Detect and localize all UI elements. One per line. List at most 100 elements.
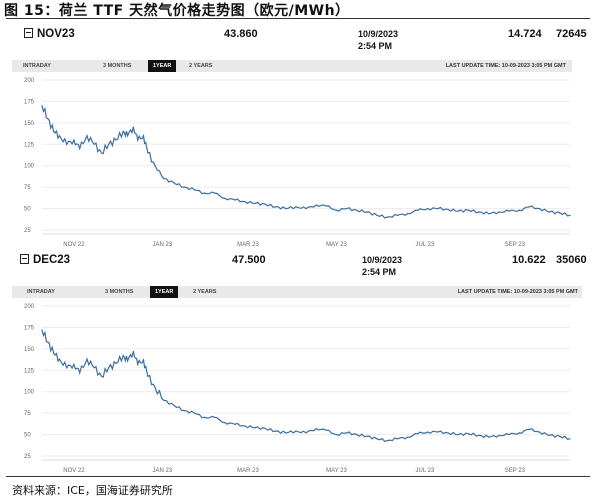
y-tick-label: 50 [24,207,31,213]
data-point [203,192,206,194]
data-point [93,143,95,145]
data-point [346,432,348,434]
data-point [58,135,61,137]
symbol-label[interactable]: DEC23 [20,254,70,266]
last-price: 47.500 [232,254,266,266]
data-point [115,362,117,365]
document-icon [20,254,29,264]
data-point [254,202,256,205]
data-point [47,341,49,343]
tab-3-months[interactable]: 3 MONTHS [98,60,136,72]
price-chart: 200175150125100755025NOV 22 JAN 23 MAR 23 M… [24,78,571,248]
y-tick-label: 150 [24,347,35,353]
volume-value: 72645 [556,28,587,40]
panel-dec23: DEC23 47.500 10/9/2023 2:54 PM 10.622 35… [10,248,590,478]
x-tick-label: MAY 23 [326,468,347,474]
data-point [142,135,145,137]
data-point [488,213,490,215]
data-point [335,209,338,211]
data-point [569,438,571,440]
data-point [559,212,561,214]
data-point [224,197,226,199]
data-point [457,433,459,436]
data-point [498,211,500,213]
y-tick-label: 100 [24,164,35,170]
data-point [305,432,307,434]
y-tick-label: 150 [24,121,35,127]
data-point [457,210,459,212]
data-point [335,433,338,436]
data-point [325,429,327,431]
data-point [406,436,409,438]
figure-title: 图 15：荷兰 TTF 天然气价格走势图（欧元/MWh） [4,3,350,19]
tab-3-months[interactable]: 3 MONTHS [100,286,138,298]
data-point [173,182,175,184]
y-tick-label: 125 [24,142,35,148]
data-point [417,209,419,211]
data-point [478,211,480,213]
data-point [508,210,510,212]
data-point [122,355,124,357]
data-point [79,372,81,374]
data-point [488,436,490,438]
panel-nov23: NOV23 43.860 10/9/2023 2:54 PM 14.724 72… [10,22,590,252]
data-point [41,329,43,331]
data-point [115,139,117,141]
data-point [295,206,297,208]
y-tick-label: 25 [24,228,31,234]
x-tick-label: NOV 22 [63,468,85,474]
data-point [478,434,480,437]
last-price: 43.860 [224,28,258,40]
data-point [66,367,68,369]
data-point [108,367,110,369]
data-point [53,352,55,354]
tab-2-years[interactable]: 2 YEARS [188,286,221,298]
timestamp-date: 10/9/2023 [362,255,403,265]
data-point [315,204,317,206]
data-point [295,430,297,432]
x-tick-label: JUL 23 [416,468,435,474]
data-point [86,358,88,360]
data-point [356,433,358,436]
data-point [386,439,388,442]
data-point [518,209,520,211]
y-tick-label: 100 [24,390,35,396]
data-point [264,427,266,430]
data-point [559,435,561,437]
x-tick-label: JAN 23 [153,468,173,474]
data-point [549,211,551,213]
tab-1-year[interactable]: 1YEAR [150,286,179,298]
data-point [285,207,287,210]
y-tick-label: 75 [24,185,31,191]
data-point [132,350,134,353]
data-point [427,431,429,433]
tab-1-year[interactable]: 1YEAR [148,60,177,72]
data-point [203,416,206,419]
data-point [447,432,449,434]
data-point [214,192,216,194]
data-point [126,135,129,137]
data-point [467,209,470,211]
data-point [173,404,175,407]
panel-header: DEC23 47.500 10/9/2023 2:54 PM 10.622 35… [10,248,590,282]
data-point [126,360,129,362]
tab-intraday[interactable]: INTRADAY [22,286,60,298]
data-point [498,434,500,437]
data-point [234,199,236,201]
symbol-text: NOV23 [37,28,75,40]
tab-intraday[interactable]: INTRADAY [18,60,56,72]
x-tick-label: MAR 23 [237,468,259,474]
tab-2-years[interactable]: 2 YEARS [184,60,217,72]
symbol-label[interactable]: NOV23 [24,28,75,40]
change-value: 10.622 [512,254,546,266]
range-tab-bar: INTRADAY 3 MONTHS 1YEAR 2 YEARS LAST UPD… [12,60,572,72]
data-point [142,359,145,361]
data-point [193,412,195,414]
data-point [73,363,75,365]
data-point [163,177,165,180]
data-point [518,432,520,434]
data-point [437,207,439,210]
data-point [569,214,571,217]
data-point [274,430,277,432]
data-point [396,438,398,440]
